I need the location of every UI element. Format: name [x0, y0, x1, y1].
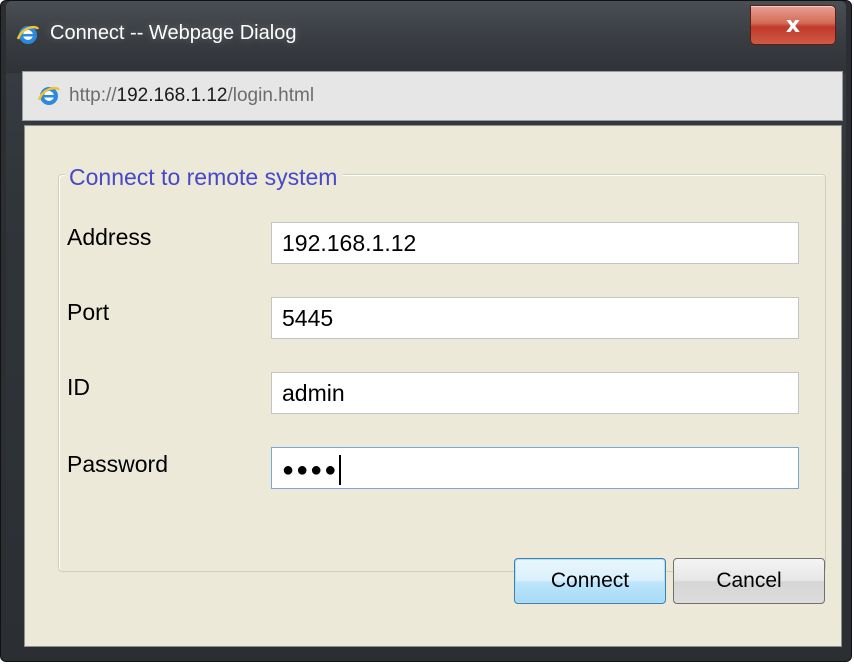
title-bar[interactable]: Connect -- Webpage Dialog x	[6, 1, 846, 73]
dialog-content: Connect to remote system Address 192.168…	[24, 125, 842, 647]
password-label: Password	[67, 451, 168, 477]
password-input[interactable]: ●●●●	[271, 447, 799, 489]
id-input[interactable]: admin	[271, 372, 799, 414]
cancel-button[interactable]: Cancel	[673, 558, 825, 604]
connect-button[interactable]: Connect	[514, 558, 666, 604]
dialog-window: Connect -- Webpage Dialog x http://192.1…	[0, 0, 852, 662]
ie-icon	[37, 84, 61, 108]
close-icon: x	[785, 12, 801, 38]
port-input[interactable]: 5445	[271, 297, 799, 339]
url-path: /login.html	[227, 85, 315, 106]
fieldset-legend: Connect to remote system	[65, 164, 344, 191]
address-input[interactable]: 192.168.1.12	[271, 222, 799, 264]
text-caret	[339, 454, 342, 485]
url-host: 192.168.1.12	[116, 85, 228, 106]
close-button[interactable]: x	[750, 5, 836, 45]
id-label: ID	[67, 374, 90, 400]
url-scheme: http://	[69, 85, 117, 106]
port-label: Port	[67, 299, 110, 325]
address-url: http://192.168.1.12/login.html	[69, 85, 314, 107]
password-mask: ●●●●	[282, 459, 339, 481]
address-bar: http://192.168.1.12/login.html	[22, 71, 843, 121]
window-frame: Connect -- Webpage Dialog x http://192.1…	[6, 1, 846, 656]
ie-icon	[16, 23, 40, 47]
address-label: Address	[67, 224, 152, 250]
window-title: Connect -- Webpage Dialog	[50, 22, 297, 44]
